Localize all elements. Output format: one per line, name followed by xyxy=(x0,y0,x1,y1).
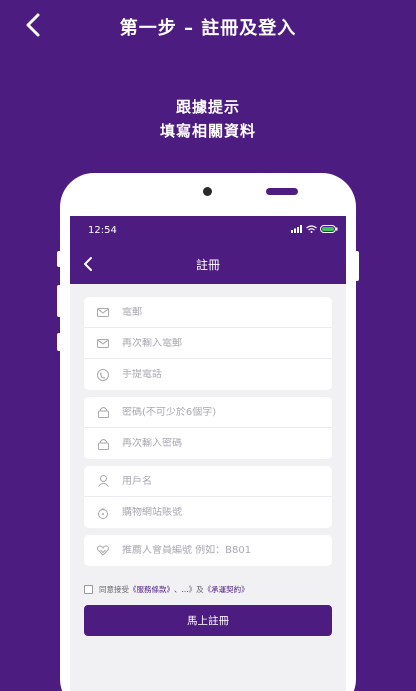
phone-icon xyxy=(96,368,110,382)
email-confirm-field[interactable] xyxy=(84,328,332,359)
agree-conjunction: 》及 xyxy=(188,585,204,594)
mobile-field[interactable] xyxy=(84,359,332,390)
status-time: 12:54 xyxy=(88,225,117,236)
agreement-row: 同意接受 《服務條款》 、... 》及 《承運契約》 xyxy=(84,584,249,595)
phone-mockup: 12:54 註冊 電郵 再次輸入電郵 手提電話 用戶名 購物網站賬號 推薦人會員… xyxy=(57,173,359,691)
phone-camera xyxy=(203,187,212,196)
phone-side-button xyxy=(57,251,61,267)
lock-icon xyxy=(96,437,110,451)
phone-side-button xyxy=(355,251,359,281)
agree-prefix: 同意接受 xyxy=(99,585,129,594)
username-field[interactable] xyxy=(84,466,332,497)
password-card xyxy=(84,397,332,459)
register-button[interactable]: 馬上註冊 xyxy=(84,605,332,636)
terms-ellipsis: 、... xyxy=(174,585,189,594)
email-input[interactable] xyxy=(122,306,312,318)
referrer-field[interactable] xyxy=(84,535,332,566)
mail-icon xyxy=(96,336,110,350)
referrer-card xyxy=(84,535,332,566)
shop-account-field[interactable] xyxy=(84,497,332,528)
terms-link[interactable]: 《服務條款》 xyxy=(129,584,174,595)
user-card xyxy=(84,466,332,528)
password-input[interactable] xyxy=(122,406,312,418)
status-bar: 12:54 xyxy=(70,216,346,244)
status-icons xyxy=(291,225,338,233)
email-confirm-input[interactable] xyxy=(122,337,312,349)
user-icon xyxy=(96,474,110,488)
battery-icon xyxy=(320,225,338,233)
shopping-bag-icon xyxy=(96,506,110,520)
username-input[interactable] xyxy=(122,475,312,487)
password-field[interactable] xyxy=(84,397,332,428)
phone-speaker xyxy=(266,188,298,195)
mail-icon xyxy=(96,305,110,319)
hint-line-2: 填寫相關資料 xyxy=(159,122,256,140)
phone-side-button xyxy=(57,333,61,351)
phone-screen: 12:54 註冊 電郵 再次輸入電郵 手提電話 用戶名 購物網站賬號 推薦人會員… xyxy=(70,216,346,691)
hint-line-1: 跟據提示 xyxy=(175,98,240,116)
wifi-icon xyxy=(306,225,317,233)
contract-link[interactable]: 《承運契約》 xyxy=(204,584,249,595)
password-confirm-field[interactable] xyxy=(84,428,332,459)
app-bar: 註冊 xyxy=(70,244,346,284)
contact-card xyxy=(84,297,332,390)
signal-icon xyxy=(291,225,302,233)
password-confirm-input[interactable] xyxy=(122,438,312,449)
app-title: 註冊 xyxy=(195,258,220,272)
page-title: 第一步 – 註冊及登入 xyxy=(119,18,297,39)
phone-side-button xyxy=(57,285,61,317)
email-field[interactable] xyxy=(84,297,332,328)
heart-icon xyxy=(96,544,110,558)
referrer-input[interactable] xyxy=(122,545,312,556)
lock-icon xyxy=(96,405,110,419)
agree-checkbox[interactable] xyxy=(84,585,93,594)
shop-account-input[interactable] xyxy=(122,507,312,518)
mobile-input[interactable] xyxy=(122,369,312,380)
top-bar: 第一步 – 註冊及登入 xyxy=(0,0,416,52)
